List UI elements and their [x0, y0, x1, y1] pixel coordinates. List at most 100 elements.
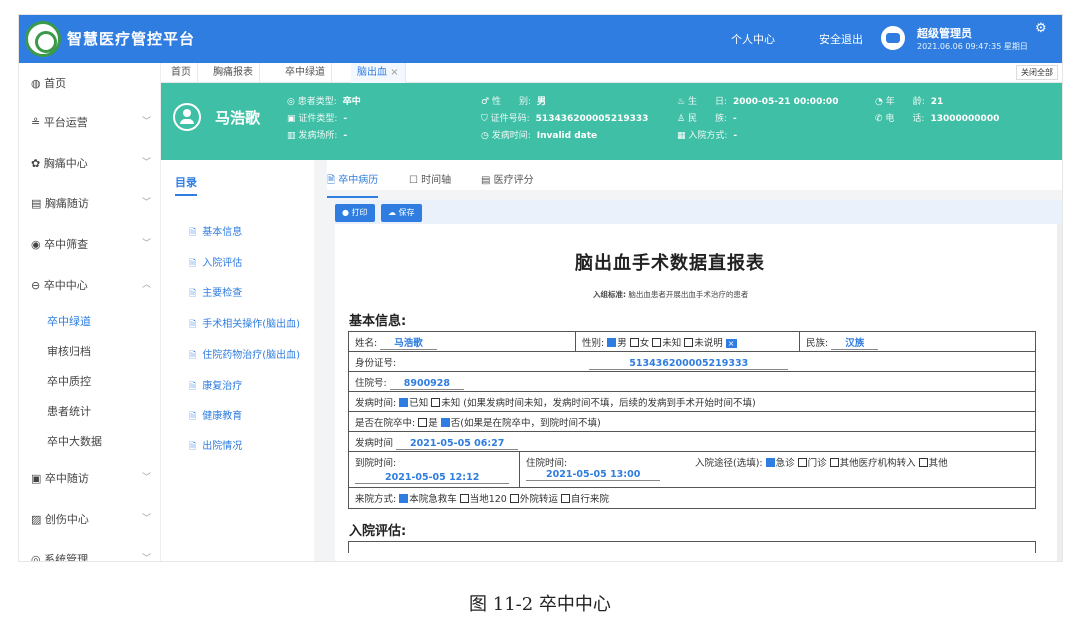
gender-male-checkbox[interactable] — [607, 338, 617, 347]
sidebar: ◍ 首页 ≗ 平台运营 ﹀ ✿ 胸痛中心 ﹀ ▤ 胸痛随访 ﹀ ◉ 卒中筛查 ﹀ ⊖ 卒… — [19, 63, 161, 561]
chevron-down-icon: ﹀ — [141, 473, 151, 483]
catalog-item-basic-info[interactable]: 基本信息 — [189, 223, 242, 241]
sidebar-item-chestpain-followup[interactable]: ▤ 胸痛随访 ﹀ — [31, 195, 151, 211]
gender-icon: ♂ — [481, 97, 492, 107]
catalog-item-drug-therapy[interactable]: 住院药物治疗(脑出血) — [189, 346, 300, 364]
onset-unknown-checkbox[interactable] — [431, 398, 441, 407]
patient-type: ◎ 患者类型: 卒中 — [287, 97, 361, 107]
section-admission-eval: 入院评估: — [349, 524, 407, 539]
gender-unspecified-checkbox[interactable] — [684, 338, 694, 347]
tab-cerebral-hemorrhage[interactable]: 脑出血 × — [351, 63, 406, 83]
close-icon[interactable]: × — [725, 339, 737, 348]
figure-caption: 图 11-2 卒中中心 — [469, 594, 611, 615]
sidebar-item-home[interactable]: ◍ 首页 — [31, 75, 151, 91]
tab-stroke-greenway[interactable]: 卒中绿道 — [279, 63, 332, 83]
sidebar-item-system[interactable]: ◎ 系统管理 ﹀ — [31, 551, 151, 562]
catalog-item-rehab[interactable]: 康复治疗 — [189, 377, 242, 395]
grid-icon: ▦ — [677, 131, 689, 141]
tab-timeline[interactable]: ☐ 时间轴 — [409, 171, 451, 192]
route-emergency-checkbox[interactable] — [765, 458, 775, 467]
patient-age: ◔ 年 龄: 21 — [875, 97, 944, 107]
chevron-down-icon: ﹀ — [141, 239, 151, 249]
close-icon[interactable]: × — [390, 67, 398, 78]
mode-own-ambulance-checkbox[interactable] — [399, 494, 409, 503]
document-icon: 🗎 — [327, 175, 339, 186]
phone-icon: ✆ — [875, 114, 886, 124]
catalog-item-surgery[interactable]: 手术相关操作(脑出血) — [189, 315, 300, 333]
onset-known-checkbox[interactable] — [399, 398, 409, 407]
sidebar-item-chestpain[interactable]: ✿ 胸痛中心 ﹀ — [31, 155, 151, 171]
content-area: 目录 基本信息 入院评估 主要检查 手术相关操作(脑出血) 住院药物治疗(脑出血… — [161, 160, 1062, 561]
logo — [25, 21, 61, 57]
tab-chestpain-report[interactable]: 胸痛报表 — [207, 63, 260, 83]
sidebar-sub-patient-stats[interactable]: 患者统计 — [47, 403, 91, 419]
gender-female-checkbox[interactable] — [629, 338, 639, 347]
card-icon: ▣ — [287, 114, 299, 124]
mode-local-120-checkbox[interactable] — [459, 494, 469, 503]
mode-transfer-checkbox[interactable] — [509, 494, 519, 503]
form-row: 姓名: 马浩歌 性别: 男女未知 未说明 × 民族: 汉族 — [349, 332, 1035, 352]
people-icon: ♙ — [677, 114, 688, 124]
scrollbar[interactable] — [1057, 224, 1062, 561]
sidebar-item-stroke-followup[interactable]: ▣ 卒中随访 ﹀ — [31, 470, 151, 486]
tab-stroke-record[interactable]: 🗎 卒中病历 — [327, 171, 379, 198]
admission-number-field[interactable]: 8900928 — [389, 378, 465, 390]
patient-name: 马浩歌 — [215, 109, 261, 127]
sidebar-sub-review-archive[interactable]: 审核归档 — [47, 343, 91, 359]
form-row: 住院号: 8900928 — [349, 372, 1035, 392]
sidebar-sub-stroke-greenway[interactable]: 卒中绿道 — [47, 313, 91, 329]
admit-time-field[interactable]: 2021-05-05 13:00 — [526, 469, 661, 481]
patient-ethnicity: ♙ 民 族: - — [677, 114, 737, 124]
mode-self-checkbox[interactable] — [560, 494, 570, 503]
personal-center-link[interactable]: 个人中心 — [731, 31, 775, 47]
sidebar-item-stroke-center[interactable]: ⊖ 卒中中心 ︿ — [31, 277, 151, 293]
cake-icon: ♨ — [677, 97, 688, 107]
type-icon: ◎ — [287, 97, 298, 107]
patient-gender: ♂ 性 别: 男 — [481, 97, 546, 107]
route-outpatient-checkbox[interactable] — [797, 458, 807, 467]
save-button[interactable]: ☁ 保存 — [381, 204, 422, 222]
user-avatar[interactable] — [881, 26, 905, 50]
chevron-down-icon: ﹀ — [141, 554, 151, 562]
clock-icon: ◷ — [481, 131, 492, 141]
catalog-item-health-edu[interactable]: 健康教育 — [189, 407, 242, 425]
in-hospital-yes-checkbox[interactable] — [418, 418, 428, 427]
gender-unknown-checkbox[interactable] — [652, 338, 662, 347]
tab-medical-score[interactable]: ▤ 医疗评分 — [481, 171, 534, 192]
catalog-item-main-exam[interactable]: 主要检查 — [189, 284, 242, 302]
in-hospital-no-checkbox[interactable] — [440, 418, 450, 427]
catalog-item-discharge[interactable]: 出院情况 — [189, 437, 242, 455]
patient-banner: 马浩歌 ◎ 患者类型: 卒中 ▣ 证件类型: - ▥ 发病场所: - ♂ 性 别: 男 … — [161, 83, 1062, 160]
catalog-item-admission-eval[interactable]: 入院评估 — [189, 254, 242, 272]
sidebar-sub-quality-control[interactable]: 卒中质控 — [47, 373, 91, 389]
tab-home[interactable]: 首页 — [165, 63, 198, 83]
inclusion-criteria: 入组标准: 脑出血患者开展出血手术治疗的患者 — [593, 290, 749, 299]
onset-time-field[interactable]: 2021-05-05 06:27 — [396, 438, 519, 450]
form-row: 发病时间: 已知 未知 (如果发病时间未知，发病时间不填，后续的发病到手术开始时间不… — [349, 392, 1035, 412]
admission-route-options: 入院途径(选填): 急诊 门诊 其他医疗机构转入 其他 — [695, 458, 948, 469]
home-icon: ◍ — [31, 77, 45, 90]
building-icon: ▥ — [287, 131, 299, 141]
sidebar-sub-big-data[interactable]: 卒中大数据 — [47, 433, 102, 449]
gear-icon[interactable]: ⚙ — [1035, 21, 1047, 36]
report-document: 脑出血手术数据直报表 入组标准: 脑出血患者开展出血手术治疗的患者 基本信息: … — [335, 224, 1062, 561]
name-field[interactable]: 马浩歌 — [380, 335, 437, 350]
gender-options: 性别: 男女未知 未说明 × — [575, 332, 799, 351]
sidebar-item-platform[interactable]: ≗ 平台运营 ﹀ — [31, 114, 151, 130]
route-transfer-checkbox[interactable] — [829, 458, 839, 467]
logout-link[interactable]: 安全退出 — [819, 31, 863, 47]
close-all-button[interactable]: 关闭全部 — [1016, 65, 1058, 80]
route-other-checkbox[interactable] — [918, 458, 928, 467]
ethnicity-field[interactable]: 汉族 — [831, 335, 879, 350]
arrival-mode-options: 来院方式: 本院急救车 当地120 外院转运 自行来院 — [355, 494, 609, 505]
timeline-icon: ☐ — [409, 175, 422, 186]
print-button[interactable]: ● 打印 — [335, 204, 375, 222]
sidebar-item-trauma[interactable]: ▨ 创伤中心 ﹀ — [31, 511, 151, 527]
sidebar-item-stroke-screening[interactable]: ◉ 卒中筛查 ﹀ — [31, 236, 151, 252]
id-type: ▣ 证件类型: - — [287, 114, 348, 124]
arrival-time-field[interactable]: 2021-05-05 12:12 — [355, 472, 510, 484]
id-number-field[interactable]: 513436200005219333 — [589, 358, 789, 370]
brain-icon: ⊖ — [31, 279, 44, 292]
heart-icon: ✿ — [31, 157, 44, 170]
form-row: 是否在院卒中: 是否(如果是在院卒中，到院时间不填) — [349, 412, 1035, 432]
